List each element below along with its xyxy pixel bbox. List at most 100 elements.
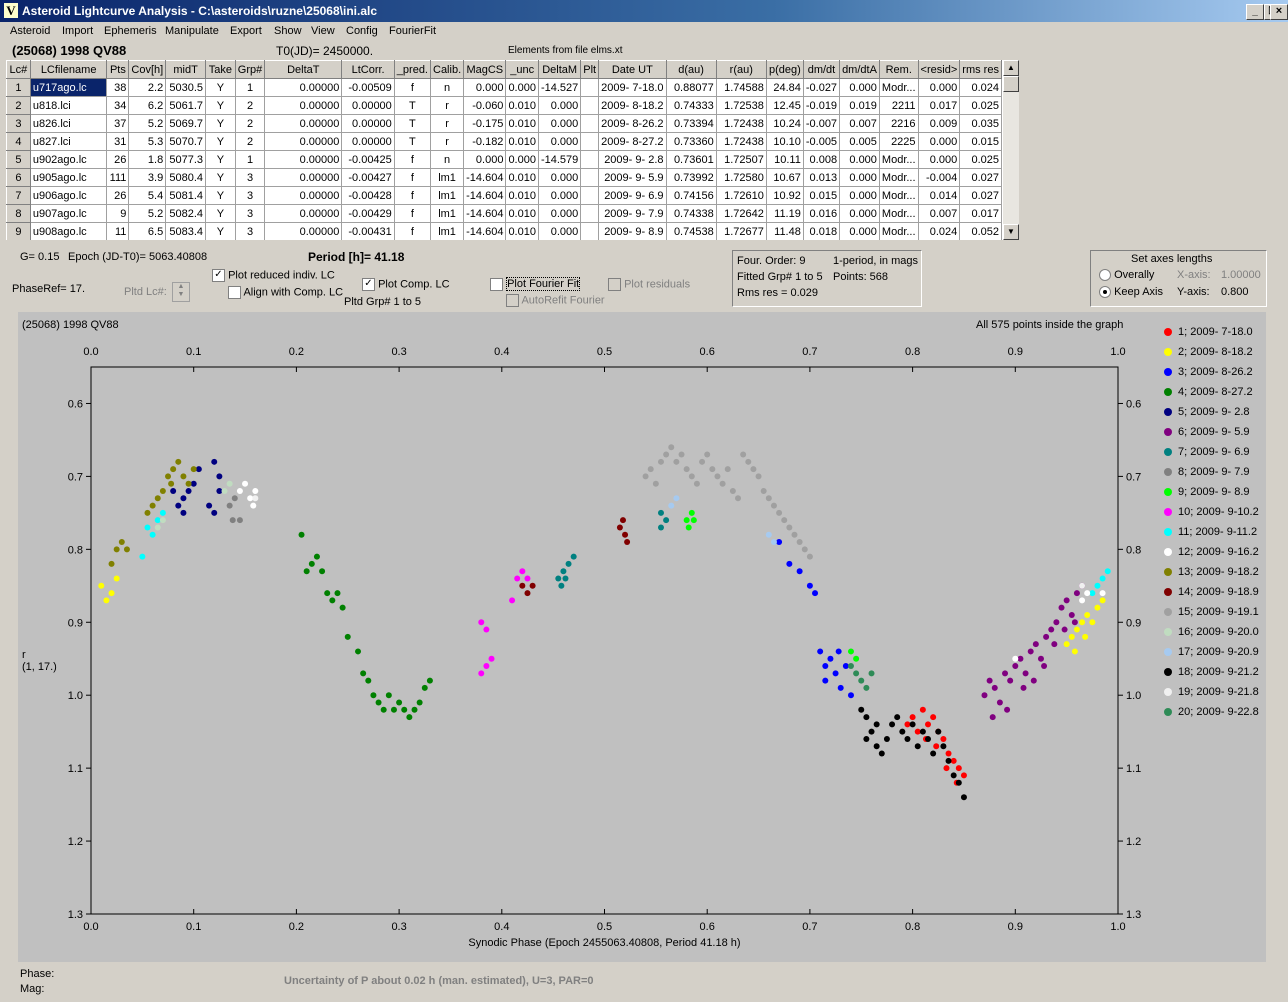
table-cell[interactable]: -0.019	[802, 96, 841, 115]
table-cell[interactable]: 2	[234, 132, 266, 151]
table-cell[interactable]: 2.2	[128, 78, 167, 97]
column-header[interactable]: midT	[165, 60, 206, 79]
table-cell[interactable]: -0.027	[802, 78, 841, 97]
table-cell[interactable]: 5070.7	[165, 132, 206, 151]
table-cell[interactable]: 2009- 9- 6.9	[598, 186, 667, 205]
scroll-up-icon[interactable]: ▲	[1003, 60, 1019, 76]
table-cell[interactable]: 34	[106, 96, 130, 115]
table-cell[interactable]: 5.3	[128, 132, 167, 151]
row-header[interactable]: 8	[6, 204, 31, 223]
table-cell[interactable]: 3	[234, 168, 266, 187]
plot-comp-check-icon[interactable]: ✓	[362, 278, 375, 291]
table-cell[interactable]: 0.000	[537, 204, 582, 223]
plot-fourier-checkbox[interactable]: Plot Fourier Fit	[490, 277, 581, 292]
table-cell[interactable]: Y	[205, 150, 236, 169]
table-cell[interactable]: u827.lci	[29, 132, 108, 151]
table-cell[interactable]: -0.00427	[341, 168, 395, 187]
table-cell[interactable]: -0.00431	[341, 222, 395, 240]
column-header[interactable]: MagCS	[463, 60, 507, 79]
menu-asteroid[interactable]: Asteroid	[10, 25, 50, 37]
table-cell[interactable]: 0.000	[537, 168, 582, 187]
table-cell[interactable]: 0.000	[505, 150, 539, 169]
table-cell[interactable]: 0.00000	[264, 204, 343, 223]
table-cell[interactable]: -0.060	[463, 96, 507, 115]
table-cell[interactable]: -0.00509	[341, 78, 395, 97]
table-cell[interactable]: -14.527	[537, 78, 582, 97]
table-cell[interactable]: 1	[234, 78, 266, 97]
table-cell[interactable]: 2009- 9- 8.9	[598, 222, 667, 240]
table-cell[interactable]: 0.014	[917, 186, 961, 205]
table-row[interactable]: 9 u908ago.lc 11 6.5 5083.4 Y 3 0.00000 -0.00431 f…	[6, 222, 1002, 240]
menu-config[interactable]: Config	[346, 25, 378, 37]
column-header[interactable]: r(au)	[715, 60, 767, 79]
table-cell[interactable]: 5030.5	[165, 78, 206, 97]
table-cell[interactable]: 26	[106, 186, 130, 205]
table-cell[interactable]: Y	[205, 114, 236, 133]
table-cell[interactable]: 3	[234, 222, 266, 240]
table-cell[interactable]: 5080.4	[165, 168, 206, 187]
table-cell[interactable]: 2009- 7-18.0	[598, 78, 667, 97]
table-cell[interactable]: 0.73992	[665, 168, 717, 187]
table-cell[interactable]: 1.72538	[715, 96, 767, 115]
table-cell[interactable]: 0.000	[839, 204, 880, 223]
table-row[interactable]: 6 u905ago.lc 111 3.9 5080.4 Y 3 0.00000 -0.00427…	[6, 168, 1002, 187]
column-header[interactable]: d(au)	[665, 60, 717, 79]
table-cell[interactable]: 2009- 9- 2.8	[598, 150, 667, 169]
table-cell[interactable]: Modr...	[878, 78, 919, 97]
table-cell[interactable]: T	[393, 96, 432, 115]
table-cell[interactable]: 1.72610	[715, 186, 767, 205]
table-cell[interactable]: 0.000	[505, 78, 539, 97]
table-cell[interactable]: Y	[205, 132, 236, 151]
table-cell[interactable]: u818.lci	[29, 96, 108, 115]
table-cell[interactable]: 1.74588	[715, 78, 767, 97]
table-cell[interactable]: 0.000	[537, 132, 582, 151]
column-header[interactable]: dm/dt	[802, 60, 841, 79]
table-cell[interactable]: -0.00428	[341, 186, 395, 205]
table-cell[interactable]: 10.24	[765, 114, 804, 133]
table-cell[interactable]: 0.00000	[264, 186, 343, 205]
table-cell[interactable]: -14.579	[537, 150, 582, 169]
table-cell[interactable]: 6.2	[128, 96, 167, 115]
table-cell[interactable]: 5061.7	[165, 96, 206, 115]
row-header[interactable]: 2	[6, 96, 31, 115]
table-cell[interactable]: 0.010	[505, 168, 539, 187]
menu-show[interactable]: Show	[274, 25, 302, 37]
table-cell[interactable]	[580, 114, 600, 133]
table-cell[interactable]: Y	[205, 204, 236, 223]
column-header[interactable]: Take	[205, 60, 236, 79]
table-cell[interactable]: 1.72507	[715, 150, 767, 169]
table-cell[interactable]: 0.000	[537, 96, 582, 115]
table-cell[interactable]: 0.00000	[264, 96, 343, 115]
table-cell[interactable]: 1.72677	[715, 222, 767, 240]
table-cell[interactable]: -0.007	[802, 114, 841, 133]
table-cell[interactable]: 10.67	[765, 168, 804, 187]
table-cell[interactable]: 0.015	[802, 186, 841, 205]
overally-radio-icon[interactable]	[1099, 269, 1111, 282]
table-cell[interactable]: 12.45	[765, 96, 804, 115]
table-cell[interactable]: lm1	[429, 186, 465, 205]
table-cell[interactable]: 0.025	[959, 96, 1002, 115]
table-cell[interactable]: 0.007	[917, 204, 961, 223]
column-header[interactable]: Calib.	[429, 60, 465, 79]
table-cell[interactable]: 0.019	[839, 96, 880, 115]
lightcurve-plot-panel[interactable]: 0.0 0.0 0.1 0.1 0.2 0.2 0.3 0.3 0.4 0.4 0.5 0.5 0.6 0…	[18, 312, 1266, 962]
table-cell[interactable]: 0.010	[505, 132, 539, 151]
table-cell[interactable]	[580, 96, 600, 115]
table-cell[interactable]: 2225	[878, 132, 919, 151]
table-cell[interactable]: T	[393, 114, 432, 133]
column-header[interactable]: LtCorr.	[341, 60, 395, 79]
table-cell[interactable]	[580, 168, 600, 187]
scroll-down-icon[interactable]: ▼	[1003, 224, 1019, 240]
pltd-lc-spinner[interactable]: ▲ ▼	[172, 282, 190, 302]
scroll-thumb[interactable]	[1003, 76, 1019, 92]
table-cell[interactable]: 1.72438	[715, 114, 767, 133]
table-cell[interactable]: 11.19	[765, 204, 804, 223]
column-header[interactable]: Plt	[580, 60, 600, 79]
align-comp-check-icon[interactable]	[228, 286, 241, 299]
table-cell[interactable]: 0.007	[839, 114, 880, 133]
table-cell[interactable]: 5077.3	[165, 150, 206, 169]
table-cell[interactable]: -0.004	[917, 168, 961, 187]
table-cell[interactable]: 0.024	[959, 78, 1002, 97]
table-cell[interactable]: -14.604	[463, 186, 507, 205]
table-cell[interactable]: u902ago.lc	[29, 150, 108, 169]
